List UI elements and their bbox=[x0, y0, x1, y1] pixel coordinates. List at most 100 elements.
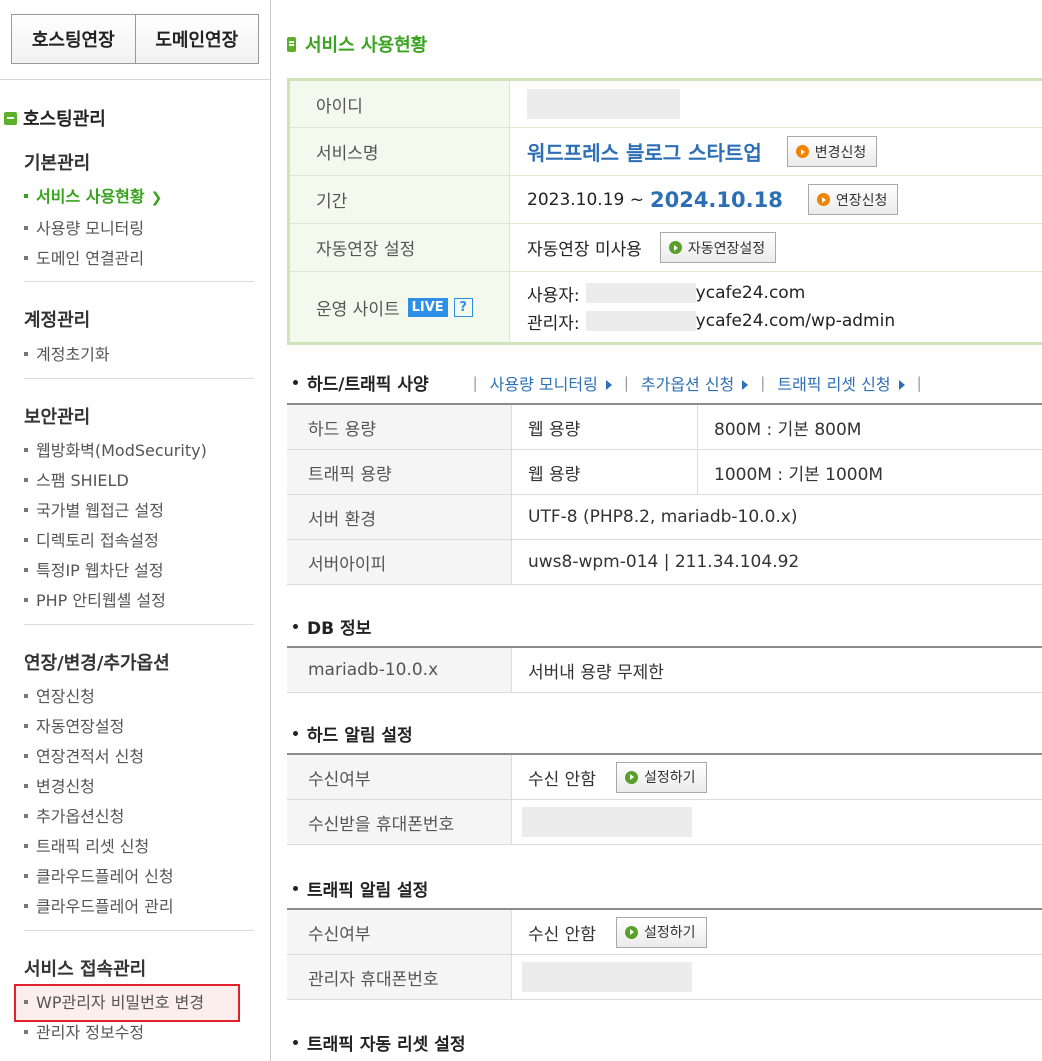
user-site-suffix: ycafe24.com bbox=[695, 283, 806, 303]
bullet-icon bbox=[24, 537, 28, 542]
minus-square-icon bbox=[4, 111, 17, 125]
table-row: 서버아이피 uws8-wpm-014 | 211.34.104.92 bbox=[287, 540, 1042, 585]
bullet-icon bbox=[293, 380, 298, 385]
sidebar-item-domain-connection[interactable]: 도메인 연결관리 bbox=[24, 245, 144, 269]
service-info-table: 아이디 서비스명 워드프레스 블로그 스타트업 변경신청 기간 2023.10.… bbox=[287, 78, 1042, 345]
bullet-icon bbox=[24, 477, 28, 482]
row-value: 자동연장 미사용 자동연장설정 bbox=[510, 224, 1042, 271]
sidebar-item-label: 트래픽 리셋 신청 bbox=[36, 837, 150, 856]
section-title: 하드/트래픽 사양 bbox=[307, 375, 429, 395]
category-renewal-options: 연장/변경/추가옵션 bbox=[24, 653, 170, 674]
row-label: 수신받을 휴대폰번호 bbox=[287, 800, 512, 844]
site-label-text: 운영 사이트 bbox=[316, 299, 400, 320]
receive-status: 수신 안함 bbox=[528, 769, 596, 790]
sidebar-item-renewal-quote[interactable]: 연장견적서 신청 bbox=[24, 743, 144, 767]
chevron-right-icon: ❯ bbox=[150, 190, 163, 206]
sidebar: 호스팅연장 도메인연장 호스팅관리 기본관리 서비스 사용현황 ❯ 사용량 모니터… bbox=[0, 0, 271, 1061]
row-label: 수신여부 bbox=[287, 910, 512, 954]
section-heading-hard-alert: 하드 알림 설정 bbox=[293, 721, 413, 746]
sidebar-item-admin-info[interactable]: 관리자 정보수정 bbox=[24, 1019, 144, 1043]
renewal-request-button[interactable]: 연장신청 bbox=[807, 184, 899, 215]
sidebar-item-usage-monitoring[interactable]: 사용량 모니터링 bbox=[24, 215, 144, 239]
sidebar-item-renewal-request[interactable]: 연장신청 bbox=[24, 683, 95, 707]
sidebar-item-ip-block[interactable]: 특정IP 웹차단 설정 bbox=[24, 557, 164, 581]
sidebar-item-wp-password-change[interactable]: WP관리자 비밀번호 변경 bbox=[24, 989, 204, 1013]
sidebar-item-traffic-reset[interactable]: 트래픽 리셋 신청 bbox=[24, 833, 149, 857]
section-title: 하드 알림 설정 bbox=[307, 726, 413, 746]
admin-prefix: 관리자: bbox=[527, 313, 580, 334]
bullet-icon bbox=[24, 1029, 28, 1034]
sidebar-item-label: WP관리자 비밀번호 변경 bbox=[36, 993, 205, 1012]
sidebar-item-label: 연장신청 bbox=[36, 687, 95, 706]
table-row: 관리자 휴대폰번호 bbox=[287, 955, 1042, 1000]
triangle-right-icon bbox=[742, 379, 749, 390]
table-row: 수신여부 수신 안함 설정하기 bbox=[287, 755, 1042, 800]
sidebar-item-php-antiwebshell[interactable]: PHP 안티웹셸 설정 bbox=[24, 587, 166, 611]
table-row: 트래픽 용량 웹 용량 1000M : 기본 1000M bbox=[287, 450, 1042, 495]
link-traffic-reset[interactable]: 트래픽 리셋 신청 bbox=[777, 371, 905, 395]
bullet-icon bbox=[24, 723, 28, 728]
category-basic: 기본관리 bbox=[24, 153, 91, 174]
page-title: 서비스 사용현황 bbox=[287, 31, 427, 57]
bullet-icon bbox=[293, 624, 298, 629]
arrow-circle-icon bbox=[624, 770, 638, 784]
sidebar-separator bbox=[24, 281, 254, 282]
page-title-text: 서비스 사용현황 bbox=[305, 35, 428, 56]
traffic-alert-settings-button[interactable]: 설정하기 bbox=[615, 916, 707, 948]
sidebar-item-directory-access[interactable]: 디렉토리 접속설정 bbox=[24, 527, 159, 551]
sidebar-item-account-reset[interactable]: 계정초기화 bbox=[24, 341, 110, 365]
service-row-site: 운영 사이트 LIVE ? 사용자: ycafe24.com 관리자: ycafe2… bbox=[290, 272, 1042, 342]
sidebar-separator bbox=[24, 930, 254, 931]
link-usage-monitoring[interactable]: 사용량 모니터링 bbox=[490, 371, 612, 395]
sidebar-item-country-access[interactable]: 국가별 웹접근 설정 bbox=[24, 497, 164, 521]
sidebar-item-label: 계정초기화 bbox=[36, 345, 110, 364]
bullet-icon bbox=[24, 507, 28, 512]
period-start: 2023.10.19 ~ bbox=[527, 189, 644, 210]
sidebar-item-label: 웹방화벽(ModSecurity) bbox=[36, 441, 207, 460]
sidebar-item-spam-shield[interactable]: 스팸 SHIELD bbox=[24, 467, 129, 491]
admin-site-suffix: ycafe24.com/wp-admin bbox=[695, 311, 896, 331]
button-label: 자동연장설정 bbox=[687, 240, 766, 257]
sidebar-item-label: 연장견적서 신청 bbox=[36, 747, 145, 766]
change-request-button[interactable]: 변경신청 bbox=[786, 136, 878, 167]
bullet-icon bbox=[24, 567, 28, 572]
site-links: 사용자: ycafe24.com 관리자: ycafe24.com/wp-admin bbox=[527, 281, 895, 334]
hard-alert-settings-button[interactable]: 설정하기 bbox=[615, 761, 707, 793]
row-label: 서버아이피 bbox=[287, 540, 512, 584]
row-value: UTF-8 (PHP8.2, mariadb-10.0.x) bbox=[528, 507, 798, 527]
row-label: 자동연장 설정 bbox=[290, 224, 510, 271]
bullet-icon bbox=[24, 693, 28, 698]
category-service-access: 서비스 접속관리 bbox=[24, 959, 147, 980]
row-value: uws8-wpm-014 | 211.34.104.92 bbox=[528, 552, 800, 572]
sidebar-item-label: PHP 안티웹셸 설정 bbox=[36, 591, 166, 610]
help-icon[interactable]: ? bbox=[453, 297, 473, 317]
domain-renewal-button[interactable]: 도메인연장 bbox=[134, 15, 259, 63]
admin-site-link[interactable]: 관리자: ycafe24.com/wp-admin bbox=[527, 309, 895, 334]
sidebar-item-cloudflare-request[interactable]: 클라우드플레어 신청 bbox=[24, 863, 174, 887]
receive-status: 수신 안함 bbox=[528, 924, 596, 945]
auto-renewal-settings-button[interactable]: 자동연장설정 bbox=[659, 232, 777, 263]
user-site-link[interactable]: 사용자: ycafe24.com bbox=[527, 281, 895, 306]
table-row: 하드 용량 웹 용량 800M : 기본 800M bbox=[287, 405, 1042, 450]
sidebar-item-label: 국가별 웹접근 설정 bbox=[36, 501, 164, 520]
sidebar-title: 호스팅관리 bbox=[4, 105, 106, 131]
sidebar-item-waf[interactable]: 웹방화벽(ModSecurity) bbox=[24, 437, 207, 461]
sidebar-item-auto-renewal[interactable]: 자동연장설정 bbox=[24, 713, 124, 737]
hosting-renewal-button[interactable]: 호스팅연장 bbox=[12, 15, 135, 63]
link-add-option[interactable]: 추가옵션 신청 bbox=[641, 371, 749, 395]
category-account: 계정관리 bbox=[24, 310, 91, 331]
bullet-icon bbox=[24, 193, 28, 198]
masked-domain bbox=[585, 283, 696, 303]
sidebar-item-service-usage[interactable]: 서비스 사용현황 ❯ bbox=[24, 183, 162, 207]
sidebar-item-cloudflare-manage[interactable]: 클라우드플레어 관리 bbox=[24, 893, 174, 917]
row-value: 800M : 기본 800M bbox=[714, 419, 862, 440]
sidebar-item-label: 클라우드플레어 신청 bbox=[36, 867, 174, 886]
sidebar-item-add-option[interactable]: 추가옵션신청 bbox=[24, 803, 124, 827]
sidebar-item-label: 관리자 정보수정 bbox=[36, 1023, 145, 1042]
row-value: 수신 안함 설정하기 bbox=[512, 755, 1042, 799]
arrow-circle-icon bbox=[624, 925, 638, 939]
sidebar-item-change-request[interactable]: 변경신청 bbox=[24, 773, 95, 797]
bullet-icon bbox=[24, 783, 28, 788]
section-title: DB 정보 bbox=[307, 619, 372, 639]
row-label: 트래픽 용량 bbox=[287, 450, 512, 494]
